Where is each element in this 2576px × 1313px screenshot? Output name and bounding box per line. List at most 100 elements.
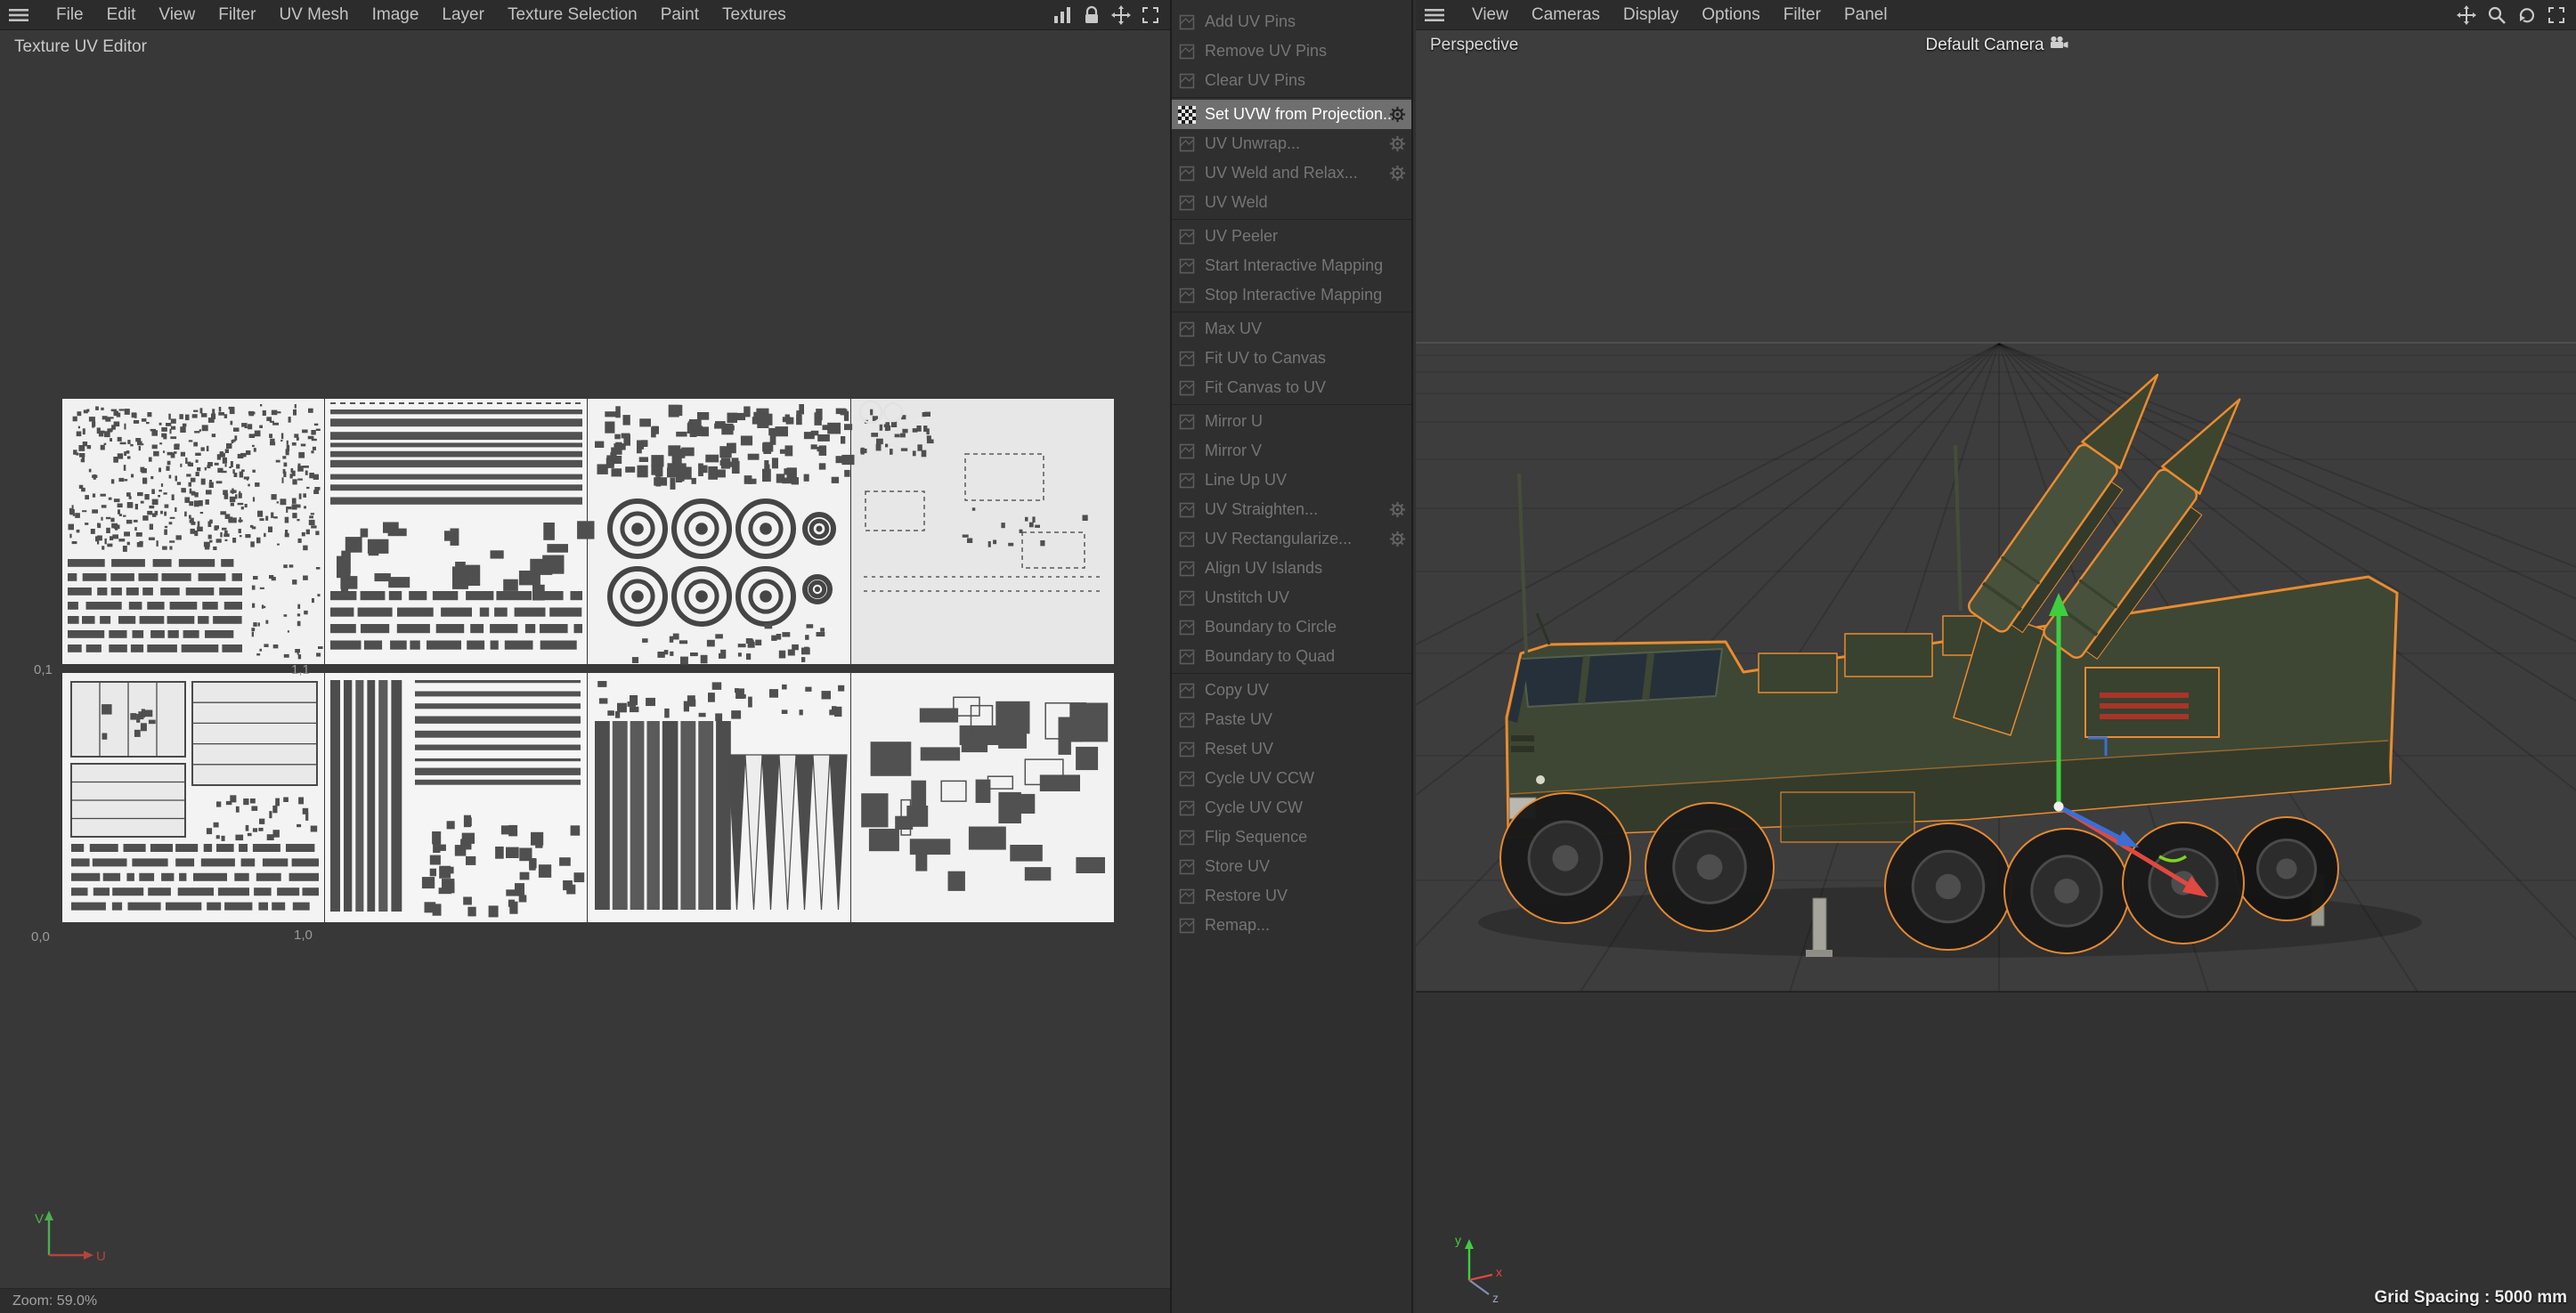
viewport-menu-items: ViewCamerasDisplayOptionsFilterPanel	[1460, 0, 1899, 29]
menu-texture-selection[interactable]: Texture Selection	[496, 5, 649, 25]
command-reset-uv[interactable]: Reset UV	[1172, 734, 1411, 764]
uv-axis-u-label: U	[96, 1249, 106, 1264]
command-store-uv[interactable]: Store UV	[1172, 852, 1411, 881]
gear-icon[interactable]	[1389, 531, 1406, 552]
command-label: UV Weld and Relax...	[1205, 164, 1358, 182]
command-uv-weld-and-relax[interactable]: UV Weld and Relax...	[1172, 158, 1411, 188]
command-icon	[1178, 619, 1198, 636]
left-menu-items: FileEditViewFilterUV MeshImageLayerTextu…	[45, 0, 798, 29]
command-copy-uv[interactable]: Copy UV	[1172, 676, 1411, 705]
command-label: Start Interactive Mapping	[1205, 256, 1383, 275]
rotate-icon[interactable]	[2517, 5, 2537, 25]
histogram-icon[interactable]	[1052, 5, 1072, 25]
command-paste-uv[interactable]: Paste UV	[1172, 705, 1411, 734]
command-label: UV Unwrap...	[1205, 134, 1300, 153]
camera-label[interactable]: Default Camera	[1925, 36, 2068, 55]
viewport-canvas[interactable]	[1416, 30, 2576, 1313]
menu-image[interactable]: Image	[361, 5, 431, 25]
menu-paint[interactable]: Paint	[649, 5, 711, 25]
gear-icon[interactable]	[1389, 501, 1406, 523]
command-add-uv-pins[interactable]: Add UV Pins	[1172, 7, 1411, 36]
pan-icon[interactable]	[2457, 5, 2476, 25]
menu-cameras[interactable]: Cameras	[1520, 5, 1612, 25]
viewport-menubar: ViewCamerasDisplayOptionsFilterPanel	[1416, 0, 2576, 30]
command-restore-uv[interactable]: Restore UV	[1172, 881, 1411, 911]
menu-options[interactable]: Options	[1690, 5, 1771, 25]
viewport-panel[interactable]: Perspective Default Camera y z x Grid Sp…	[1416, 30, 2576, 1313]
command-line-up-uv[interactable]: Line Up UV	[1172, 466, 1411, 495]
command-align-uv-islands[interactable]: Align UV Islands	[1172, 554, 1411, 583]
command-label: Fit UV to Canvas	[1205, 349, 1326, 368]
command-set-uvw-from-projection[interactable]: Set UVW from Projection...	[1172, 100, 1411, 129]
camera-icon	[2050, 36, 2069, 55]
command-uv-straighten[interactable]: UV Straighten...	[1172, 495, 1411, 524]
maximize-icon[interactable]	[1142, 6, 1159, 24]
command-icon	[1178, 72, 1198, 90]
command-remove-uv-pins[interactable]: Remove UV Pins	[1172, 36, 1411, 66]
command-label: Align UV Islands	[1205, 559, 1322, 578]
command-start-interactive-mapping[interactable]: Start Interactive Mapping	[1172, 251, 1411, 280]
command-max-uv[interactable]: Max UV	[1172, 314, 1411, 344]
command-group: Add UV Pins Remove UV Pins Clear UV Pins	[1172, 7, 1411, 97]
hamburger-icon[interactable]	[9, 8, 28, 22]
command-uv-peeler[interactable]: UV Peeler	[1172, 222, 1411, 251]
gear-icon[interactable]	[1389, 106, 1406, 127]
command-group: UV Peeler Start Interactive Mapping Stop I…	[1172, 219, 1411, 312]
menu-filter[interactable]: Filter	[207, 5, 267, 25]
menu-file[interactable]: File	[45, 5, 95, 25]
lock-icon[interactable]	[1083, 5, 1101, 25]
command-uv-weld[interactable]: UV Weld	[1172, 188, 1411, 217]
command-fit-uv-to-canvas[interactable]: Fit UV to Canvas	[1172, 344, 1411, 373]
gear-icon[interactable]	[1389, 135, 1406, 157]
maximize-icon[interactable]	[2548, 6, 2565, 24]
gear-icon[interactable]	[1389, 165, 1406, 186]
command-group: Copy UVPaste UVReset UVCycle UV CCWCycle…	[1172, 673, 1411, 942]
command-label: UV Weld	[1205, 193, 1268, 212]
command-label: Mirror U	[1205, 412, 1263, 431]
menu-panel[interactable]: Panel	[1832, 5, 1899, 25]
command-icon	[1178, 770, 1198, 788]
command-uv-rectangularize[interactable]: UV Rectangularize...	[1172, 524, 1411, 554]
command-cycle-uv-ccw[interactable]: Cycle UV CCW	[1172, 764, 1411, 793]
command-icon	[1178, 442, 1198, 460]
camera-name: Default Camera	[1925, 36, 2044, 55]
menu-view[interactable]: View	[1460, 5, 1520, 25]
command-mirror-v[interactable]: Mirror V	[1172, 436, 1411, 466]
command-clear-uv-pins[interactable]: Clear UV Pins	[1172, 66, 1411, 95]
panel-title: Texture UV Editor	[14, 37, 147, 57]
command-fit-canvas-to-uv[interactable]: Fit Canvas to UV	[1172, 373, 1411, 402]
command-icon	[1178, 43, 1198, 61]
move-icon[interactable]	[1111, 5, 1131, 25]
command-boundary-to-quad[interactable]: Boundary to Quad	[1172, 642, 1411, 671]
menu-textures[interactable]: Textures	[711, 5, 798, 25]
uv-tile	[325, 673, 587, 922]
zoom-icon[interactable]	[2487, 5, 2507, 25]
command-label: Remove UV Pins	[1205, 42, 1327, 61]
command-icon	[1178, 829, 1198, 847]
menu-layer[interactable]: Layer	[430, 5, 496, 25]
menu-display[interactable]: Display	[1612, 5, 1690, 25]
command-boundary-to-circle[interactable]: Boundary to Circle	[1172, 612, 1411, 642]
checker-icon	[1178, 106, 1198, 124]
command-icon	[1178, 560, 1198, 578]
menu-edit[interactable]: Edit	[95, 5, 148, 25]
command-mirror-u[interactable]: Mirror U	[1172, 407, 1411, 436]
command-remap[interactable]: Remap...	[1172, 911, 1411, 940]
command-icon	[1178, 858, 1198, 876]
command-uv-unwrap[interactable]: UV Unwrap...	[1172, 129, 1411, 158]
command-icon	[1178, 13, 1198, 31]
command-icon	[1178, 257, 1198, 275]
menu-view[interactable]: View	[147, 5, 207, 25]
command-label: Line Up UV	[1205, 471, 1287, 490]
command-flip-sequence[interactable]: Flip Sequence	[1172, 823, 1411, 852]
command-stop-interactive-mapping[interactable]: Stop Interactive Mapping	[1172, 280, 1411, 310]
menu-filter[interactable]: Filter	[1772, 5, 1832, 25]
command-icon	[1178, 135, 1198, 153]
uv-canvas[interactable]	[62, 399, 1114, 923]
command-icon	[1178, 501, 1198, 519]
menu-uv-mesh[interactable]: UV Mesh	[267, 5, 360, 25]
command-unstitch-uv[interactable]: Unstitch UV	[1172, 583, 1411, 612]
command-cycle-uv-cw[interactable]: Cycle UV CW	[1172, 793, 1411, 823]
uv-islands	[62, 399, 1114, 922]
hamburger-icon[interactable]	[1425, 8, 1444, 22]
